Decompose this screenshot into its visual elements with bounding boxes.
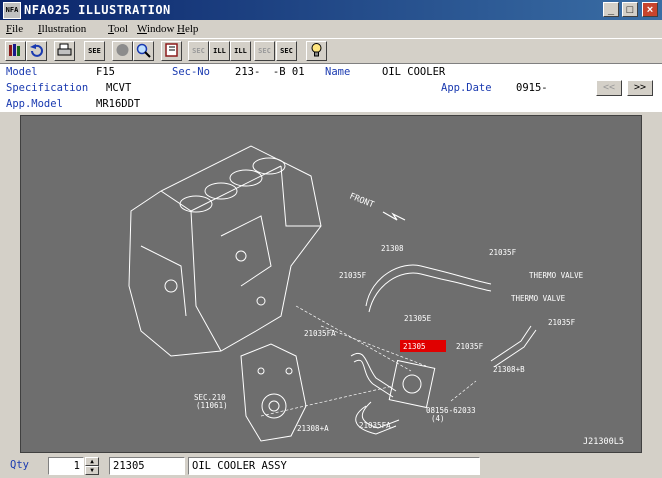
callout-21308a[interactable]: 21308+A xyxy=(297,424,329,433)
menu-file[interactable]: File xyxy=(6,23,23,35)
illustration-canvas[interactable]: FRONT 21308 21035F 21035F THERMO VALVE T… xyxy=(20,115,642,453)
menu-illustration[interactable]: Illustration xyxy=(38,23,86,35)
qty-stepper[interactable]: ▲ ▼ xyxy=(85,457,99,475)
window-title: NFA025 ILLUSTRATION xyxy=(24,3,171,17)
secno-label: Sec-No xyxy=(172,66,210,78)
spec-label: Specification xyxy=(6,82,89,94)
secno-value: 213- -B 01 xyxy=(235,66,305,78)
model-value: F15 xyxy=(96,66,115,78)
close-button[interactable]: × xyxy=(642,2,658,17)
books-icon xyxy=(9,44,20,56)
front-arrow xyxy=(382,211,406,221)
callout-21308[interactable]: 21308 xyxy=(381,244,404,253)
library-button[interactable] xyxy=(5,41,26,61)
name-label: Name xyxy=(325,66,351,78)
toolbar: SEE SEC ILL ILL SEC SEC xyxy=(0,38,662,64)
print-button[interactable] xyxy=(54,41,75,61)
qty-up-icon[interactable]: ▲ xyxy=(85,457,99,466)
book-icon xyxy=(165,43,178,57)
menu-tool[interactable]: Tool xyxy=(108,23,128,35)
qty-down-icon[interactable]: ▼ xyxy=(85,466,99,475)
drawing-id: J21300L5 xyxy=(583,437,624,447)
minimize-button[interactable]: _ xyxy=(603,2,619,17)
callout-bolt-qty: (4) xyxy=(431,414,445,423)
callout-thermo-valve-b[interactable]: THERMO VALVE xyxy=(511,294,566,303)
prev-button[interactable]: << xyxy=(596,80,622,96)
prev-illustration-button[interactable]: ILL xyxy=(209,41,230,61)
section-search-button[interactable]: SEC xyxy=(276,41,297,61)
menu-illustration-rest: llustration xyxy=(41,23,87,35)
spec-value: MCVT xyxy=(106,82,132,94)
model-label: Model xyxy=(6,66,38,78)
appdate-value: 0915- xyxy=(516,82,548,94)
qty-label: Qty xyxy=(10,459,29,471)
title-bar: NFA NFA025 ILLUSTRATION _ □ × xyxy=(0,0,662,20)
menu-tool-rest: ool xyxy=(113,23,129,35)
callout-21305[interactable]: 21305 xyxy=(403,342,426,351)
callout-21035f-b[interactable]: 21035F xyxy=(489,248,517,257)
magnifier-icon xyxy=(136,43,151,58)
info-panel: Model F15 Sec-No 213- -B 01 Name OIL COO… xyxy=(0,64,662,112)
callout-21305e[interactable]: 21305E xyxy=(404,314,432,323)
undo-arrow-icon xyxy=(30,44,43,57)
qty-input[interactable]: 1 xyxy=(48,457,84,475)
lightbulb-icon xyxy=(311,43,322,57)
zoom-button[interactable] xyxy=(133,41,154,61)
illustration-drawing: FRONT 21308 21035F 21035F THERMO VALVE T… xyxy=(128,145,624,447)
undo-button[interactable] xyxy=(26,41,47,61)
leader-lines xyxy=(260,305,477,417)
appdate-label: App.Date xyxy=(441,82,492,94)
callout-thermo-valve-a[interactable]: THERMO VALVE xyxy=(529,271,584,280)
menu-help-key: H xyxy=(177,23,185,35)
menu-help[interactable]: Help xyxy=(177,23,198,35)
callout-21035fa-a[interactable]: 21035FA xyxy=(304,329,336,338)
appmodel-label: App.Model xyxy=(6,98,63,110)
next-illustration-button[interactable]: ILL xyxy=(230,41,251,61)
menu-window-key: W xyxy=(137,23,147,35)
appmodel-value: MR16DDT xyxy=(96,98,141,110)
engine-block xyxy=(128,145,322,357)
circle-icon xyxy=(116,44,129,56)
prev-section-button[interactable]: SEC xyxy=(188,41,209,61)
menu-file-rest: ile xyxy=(12,23,24,35)
menu-bar: File Illustration Tool Window Help xyxy=(0,20,662,38)
maximize-button[interactable]: □ xyxy=(622,2,638,17)
info-button[interactable] xyxy=(306,41,327,61)
oil-cooler-body xyxy=(388,359,436,409)
callout-21035f-c[interactable]: 21035F xyxy=(548,318,576,327)
record-button[interactable] xyxy=(112,41,133,61)
front-label: FRONT xyxy=(348,192,375,211)
illustration-frame: FRONT 21308 21035F 21035F THERMO VALVE T… xyxy=(4,112,658,454)
callout-21035f-a[interactable]: 21035F xyxy=(339,271,367,280)
next-button[interactable]: >> xyxy=(627,80,653,96)
status-row: Qty 1 ▲ ▼ 21305 OIL COOLER ASSY xyxy=(0,454,662,478)
see-button[interactable]: SEE xyxy=(84,41,105,61)
menu-window[interactable]: Window xyxy=(137,23,174,35)
next-section-button[interactable]: SEC xyxy=(254,41,275,61)
menu-help-rest: elp xyxy=(184,23,199,35)
callout-21308b[interactable]: 21308+B xyxy=(493,365,525,374)
callout-21035fa-b[interactable]: 21035FA xyxy=(359,421,391,430)
part-number-field: 21305 xyxy=(109,457,185,475)
callout-sec210-sub: (11061) xyxy=(196,401,228,410)
part-name-field: OIL COOLER ASSY xyxy=(188,457,480,475)
app-icon: NFA xyxy=(3,2,21,19)
catalog-button[interactable] xyxy=(161,41,182,61)
name-value: OIL COOLER xyxy=(382,66,446,78)
menu-window-rest: indow xyxy=(146,23,175,35)
callout-21035f-d[interactable]: 21035F xyxy=(456,342,484,351)
printer-icon xyxy=(57,43,72,56)
